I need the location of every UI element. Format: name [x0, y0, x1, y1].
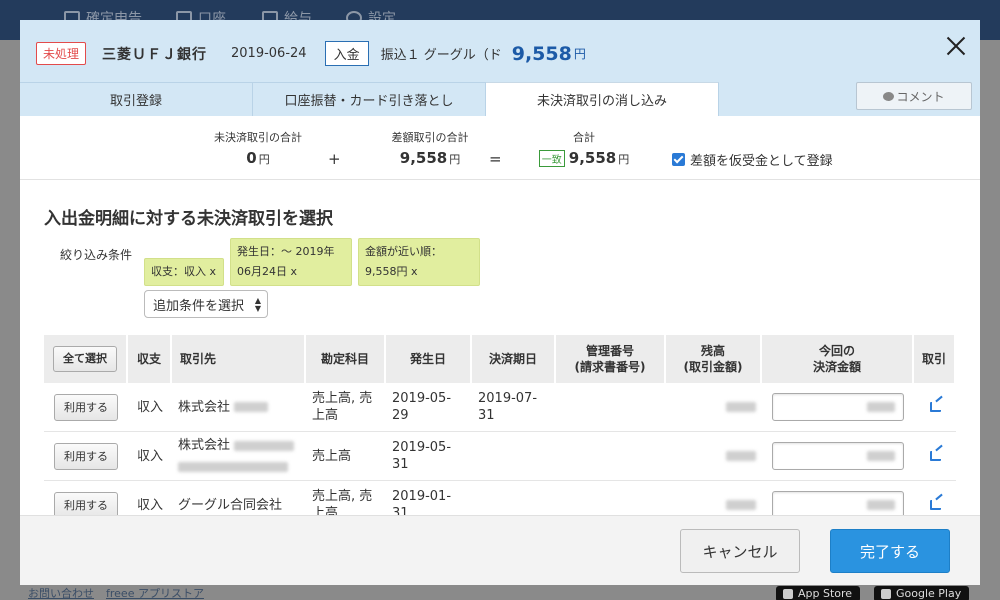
redacted-balance [726, 402, 756, 412]
bank-name: 三菱ＵＦＪ銀行 [102, 46, 208, 63]
grand-total-value: 9,558 [568, 149, 617, 167]
comment-icon [883, 91, 895, 101]
cancel-button[interactable]: キャンセル [680, 529, 800, 573]
redacted-text [234, 402, 269, 412]
transaction-summary: 未処理 三菱ＵＦＪ銀行 2019-06-24 入金 振込１ グーグル（ド 9,5… [36, 41, 586, 66]
header-balance: 残高 (取引金額) [666, 335, 762, 383]
background-right-panel [978, 40, 1000, 585]
header-date: 発生日 [386, 335, 472, 383]
transaction-amount: 9,558 [511, 42, 572, 65]
select-all-button[interactable]: 全て選択 [53, 346, 117, 372]
row-management-number [556, 432, 666, 480]
currency-unit: 円 [573, 47, 586, 61]
redacted-text [234, 440, 295, 451]
row-partner: 株式会社 [172, 383, 306, 431]
modal-header: 未処理 三菱ＵＦＪ銀行 2019-06-24 入金 振込１ グーグル（ド 9,5… [20, 20, 980, 116]
settlement-amount-input[interactable] [772, 442, 904, 470]
unsettled-total: 未決済取引の合計 0円 [214, 131, 302, 167]
table-header: 全て選択 収支 取引先 勘定科目 発生日 決済期日 管理番号 (請求書番号) 残… [44, 335, 956, 383]
modal-footer: キャンセル 完了する [20, 515, 980, 585]
header-partner: 取引先 [172, 335, 306, 383]
settlement-amount-input[interactable] [772, 393, 904, 421]
modal-tabs: 取引登録 口座振替・カード引き落とし 未決済取引の消し込み [20, 82, 719, 116]
external-link-icon[interactable] [929, 451, 941, 461]
row-management-number [556, 383, 666, 431]
grand-total: 合計 一致 9,558 円 [524, 129, 644, 167]
difference-total: 差額取引の合計 9,558 円 [391, 131, 469, 167]
row-date: 2019-05-31 [392, 440, 452, 472]
header-due-date: 決済期日 [472, 335, 556, 383]
redacted-balance [726, 451, 756, 461]
header-select-all: 全て選択 [44, 335, 128, 383]
match-badge: 一致 [538, 150, 565, 167]
comment-button[interactable]: コメント [856, 82, 972, 110]
header-management-number: 管理番号 (請求書番号) [556, 335, 666, 383]
filter-label: 絞り込み条件 [60, 248, 133, 262]
row-account: 売上高, 売上高 [312, 391, 373, 423]
use-button[interactable]: 利用する [54, 393, 118, 421]
redacted-text [178, 461, 288, 472]
footer-link-appstore[interactable]: freee アプリストア [106, 585, 204, 600]
header-settlement-amount: 今回の 決済金額 [762, 335, 914, 383]
filter-chip-date[interactable]: 発生日：～ 2019年06月24日 x [230, 238, 352, 286]
row-account: 売上高 [312, 448, 352, 464]
table-row: 利用する 収入 株式会社 売上高 2019-05-31 [44, 432, 956, 481]
app-store-badge[interactable]: App Store [776, 586, 861, 600]
external-link-icon[interactable] [929, 500, 941, 510]
tab-account-transfer[interactable]: 口座振替・カード引き落とし [253, 82, 486, 116]
unsettled-total-value: 0 [246, 149, 257, 167]
redacted-balance [726, 500, 756, 510]
transaction-description: 振込１ グーグル（ド [380, 48, 502, 63]
use-button[interactable]: 利用する [54, 442, 118, 470]
row-balance [666, 383, 762, 431]
transaction-type-badge: 入金 [324, 41, 369, 66]
row-due-date [472, 432, 556, 480]
difference-total-value: 9,558 [399, 149, 448, 167]
row-date: 2019-05-29 [392, 391, 452, 423]
header-type: 収支 [128, 335, 172, 383]
add-condition-select[interactable]: 追加条件を選択 ▲ ▼ [144, 290, 268, 318]
register-difference-checkbox[interactable]: 差額を仮受金として登録 [672, 150, 833, 169]
row-balance [666, 432, 762, 480]
filter-chip-amount[interactable]: 金額が近い順：9,558円 x [358, 238, 480, 286]
checkbox-checked-icon[interactable] [672, 153, 685, 166]
transaction-date: 2019-06-24 [231, 46, 307, 61]
tab-unsettled-reconcile[interactable]: 未決済取引の消し込み [486, 82, 719, 116]
row-type: 収入 [136, 448, 163, 464]
background-left-panel [0, 40, 22, 585]
header-transaction: 取引 [914, 335, 956, 383]
redacted-amount [867, 402, 895, 412]
close-icon[interactable] [944, 34, 968, 58]
complete-button[interactable]: 完了する [830, 529, 950, 573]
unsettled-transactions-table: 全て選択 収支 取引先 勘定科目 発生日 決済期日 管理番号 (請求書番号) 残… [44, 335, 956, 530]
row-due-date: 2019-07-31 [478, 391, 538, 423]
section-title: 入出金明細に対する未決済取引を選択 [44, 209, 333, 229]
header-account: 勘定科目 [306, 335, 386, 383]
status-badge: 未処理 [36, 42, 87, 65]
redacted-amount [867, 451, 895, 461]
row-partner: 株式会社 [172, 432, 306, 480]
select-arrows-icon: ▲ ▼ [254, 296, 261, 313]
tab-register-transaction[interactable]: 取引登録 [20, 82, 253, 116]
google-play-badge[interactable]: Google Play [874, 586, 970, 600]
filter-chip-type[interactable]: 収支：収入 x [144, 258, 224, 286]
row-type: 収入 [136, 399, 163, 415]
reconcile-modal: 未処理 三菱ＵＦＪ銀行 2019-06-24 入金 振込１ グーグル（ド 9,5… [20, 20, 980, 585]
footer-link-contact[interactable]: お問い合わせ [28, 585, 94, 600]
plus-sign: + [328, 150, 341, 168]
equals-sign: = [489, 150, 502, 168]
external-link-icon[interactable] [929, 402, 941, 412]
totals-bar [20, 116, 980, 180]
table-row: 利用する 収入 株式会社 売上高, 売上高 2019-05-29 2019-07… [44, 383, 956, 432]
redacted-amount [867, 500, 895, 510]
